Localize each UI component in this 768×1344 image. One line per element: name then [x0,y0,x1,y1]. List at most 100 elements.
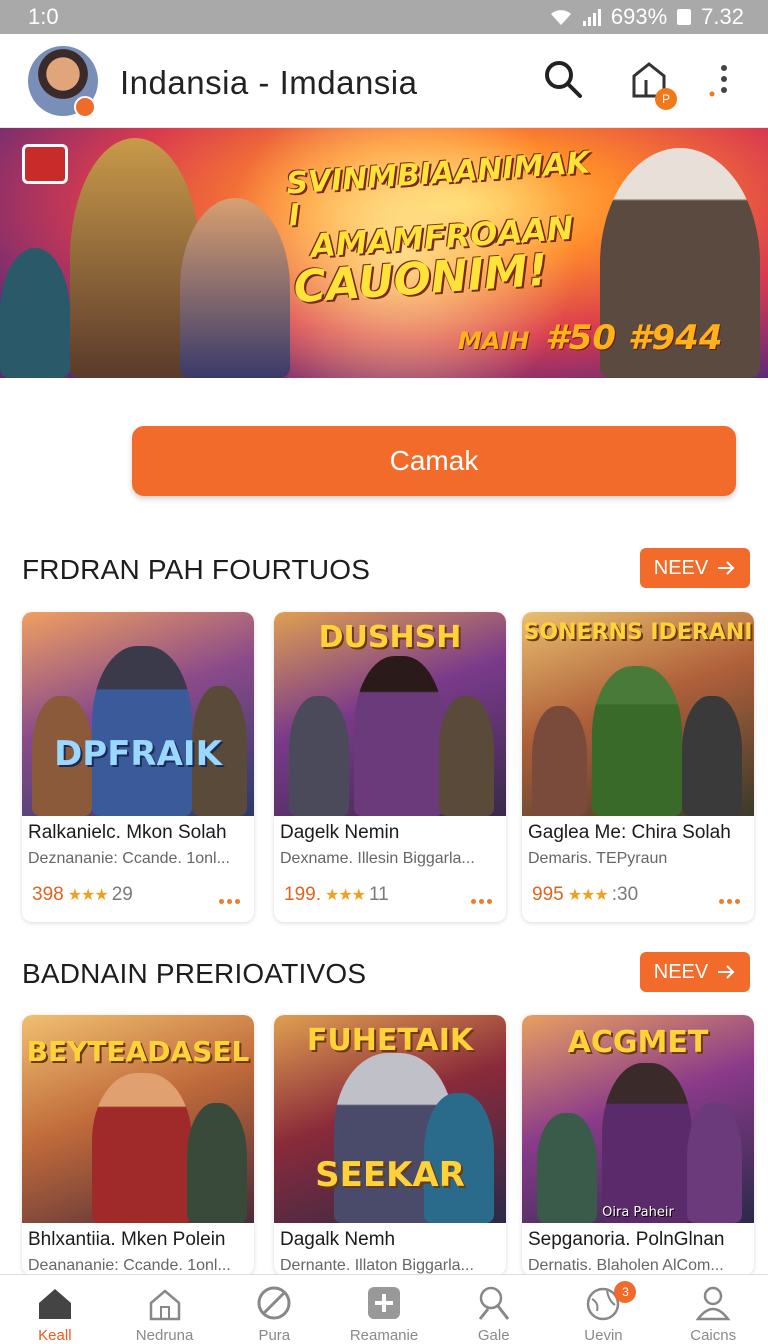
bottom-navigation: Keall Nedruna Pura Reamanie Gale 3 Uevin… [0,1274,768,1344]
game-card[interactable]: ACGMET Oira Paheir Sepganoria. PolnGlnan… [522,1015,754,1275]
plus-box-icon [368,1287,401,1319]
game-art-logo: DPFRAIK [54,734,222,774]
more-options-icon[interactable] [719,899,740,904]
game-card-subtitle: Demaris. TEPyraun [528,850,668,867]
game-card-image: DPFRAIK [22,612,254,816]
home-icon [38,1289,71,1319]
game-card-title: Dagalk Nemh [280,1229,396,1250]
battery-percent: 693% [610,4,668,29]
game-art-logo: FUHETAIK [306,1023,474,1058]
page-title: Indansia - Imdansia [120,64,418,101]
game-card[interactable]: BEYTEADASEL Bhlxantiia. Mken Polein Dean… [22,1015,254,1275]
card-character [592,666,682,816]
wifi-icon [550,10,571,25]
game-art-logo: SONERNS IDERANI [523,620,753,645]
game-card-image: FUHETAIK SEEKAR [274,1015,506,1223]
hero-character [0,248,70,378]
battery-icon [677,9,692,25]
star-rating-icon: ★★★ [324,887,366,904]
section-2-neev-button[interactable]: NEEV [640,952,750,992]
nav-label: Nedruna [135,1327,194,1344]
arrow-right-icon [718,965,735,979]
notification-badge: 3 [614,1281,637,1303]
nav-label: Uevin [584,1327,623,1344]
game-card-image: SONERNS IDERANI [522,612,754,816]
more-options-icon[interactable] [471,899,492,904]
status-icons: 693% 7.32 [549,4,744,30]
game-card-subtitle: Deznananie: Ccande. 1onl... [28,850,230,867]
cart-count-badge: P [655,88,677,110]
game-card-subtitle: Dernatis. Blaholen AlCom... [528,1257,724,1274]
nav-item-uevin[interactable]: 3 Uevin [549,1275,659,1344]
card-character [92,646,192,816]
more-options-icon[interactable] [219,899,240,904]
game-card-image: BEYTEADASEL [22,1015,254,1223]
card-character [289,696,349,816]
rating-count: 11 [369,884,389,905]
card-character [439,696,494,816]
avatar-edit-badge [74,96,96,118]
game-card[interactable]: DPFRAIK Ralkanielc. Mkon Solah Deznanani… [22,612,254,922]
more-vert-icon[interactable] [702,56,742,102]
game-card[interactable]: DUSHSH Dagelk Nemin Dexname. Illesin Big… [274,612,506,922]
game-card-title: Dagelk Nemin [280,822,400,843]
nav-item-gale[interactable]: Gale [439,1275,549,1344]
search-icon[interactable] [540,56,586,102]
card-character [187,1103,247,1223]
neev-label: NEEV [653,556,709,579]
game-card[interactable]: SONERNS IDERANI Gaglea Me: Chira Solah D… [522,612,754,922]
rating-count: 29 [111,884,133,905]
game-card-meta: 398 ★★★ 29 [32,884,133,906]
app-header: Indansia - Imdansia P [0,34,768,128]
card-character [602,1063,692,1223]
nav-item-caicns[interactable]: Caicns [658,1275,768,1344]
nav-label: Caicns [690,1327,737,1344]
nav-label: Reamanie [349,1327,419,1344]
status-left-text: 1:0 [28,4,59,29]
game-card-price: 398 [32,884,64,905]
game-card-title: Gaglea Me: Chira Solah [528,822,731,843]
hero-headline: SVINMBIAANIMAK I AMAMFROAAN CAUONIM! [285,145,594,312]
nav-item-nedruna[interactable]: Nedruna [110,1275,220,1344]
hero-character [180,198,290,378]
game-card-subtitle: Deanananie: Ccande. 1onl... [28,1257,231,1274]
camak-button[interactable]: Camak [132,426,736,496]
hero-price: MAIH #50 #944 [458,318,723,358]
rating-count: :30 [611,884,639,905]
game-card[interactable]: FUHETAIK SEEKAR Dagalk Nemh Dernante. Il… [274,1015,506,1275]
nav-item-keall[interactable]: Keall [0,1275,110,1344]
star-rating-icon: ★★★ [567,887,609,904]
nav-item-pura[interactable]: Pura [219,1275,329,1344]
status-bar: 1:0 693% 7.32 [0,0,768,34]
hero-banner[interactable]: SVINMBIAANIMAK I AMAMFROAAN CAUONIM! MAI… [0,128,768,378]
game-card-image: ACGMET Oira Paheir [522,1015,754,1223]
card-character [532,706,587,816]
house-outline-icon [149,1289,180,1321]
status-time: 7.32 [701,4,744,29]
hero-price-label: MAIH [458,327,530,355]
game-art-logo: ACGMET [567,1025,709,1060]
card-character [92,1073,192,1223]
game-art-logo-secondary: SEEKAR [315,1155,465,1195]
section-1-neev-button[interactable]: NEEV [640,548,750,588]
neev-label: NEEV [653,960,709,983]
signal-icon [582,8,601,26]
game-card-subtitle: Dexname. Illesin Biggarla... [280,850,475,867]
game-card-title: Sepganoria. PolnGlnan [528,1229,725,1250]
person-search-icon [478,1286,509,1320]
game-art-caption: Oira Paheir [602,1205,674,1220]
slash-circle-icon [257,1286,291,1320]
card-character [354,656,444,816]
game-card-title: Bhlxantiia. Mken Polein [28,1229,226,1250]
brand-logo-icon [22,144,68,184]
game-card-meta: 199. ★★★ 11 [284,884,389,906]
game-art-logo: DUSHSH [318,620,462,655]
game-card-meta: 995 ★★★ :30 [532,884,638,906]
arrow-right-icon [718,561,735,575]
nav-item-reamanie[interactable]: Reamanie [329,1275,439,1344]
section-title-featured: FRDRAN PAH FOURTUOS [22,554,371,585]
game-card-price: 199. [284,884,321,905]
game-card-title: Ralkanielc. Mkon Solah [28,822,227,843]
card-character [682,696,742,816]
section-title-prerelease: BADNAIN PRERIOATIVOS [22,958,367,989]
